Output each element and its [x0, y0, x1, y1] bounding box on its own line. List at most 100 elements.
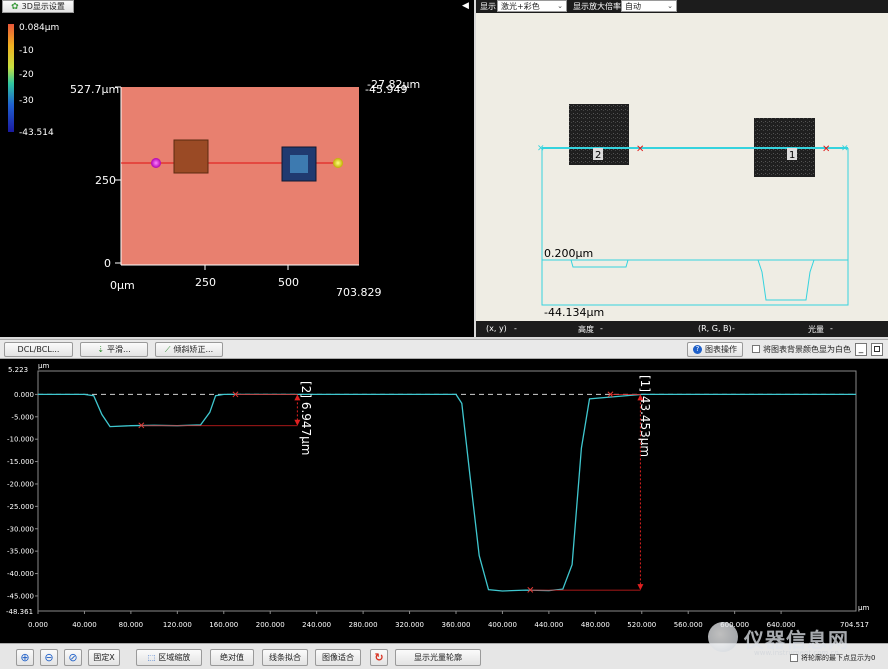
colorbar — [8, 24, 14, 132]
region-zoom-label: 区域缩放 — [158, 653, 191, 662]
absolute-value-button[interactable]: 绝对值 — [210, 649, 254, 666]
status-xy-value: - — [514, 324, 517, 333]
pit-2-3d — [173, 139, 209, 174]
zoom-fit-button[interactable]: ⊘ — [64, 649, 82, 666]
help-icon: ? — [693, 345, 702, 354]
profile-marker-x[interactable]: ✕ — [606, 390, 614, 401]
bottom-button-bar: ⊕ ⊖ ⊘ 固定X ⬚ 区域缩放 绝对值 线条拟合 图像适合 ↻ 显示光量轮廓 … — [0, 622, 888, 669]
line-fit-label: 线条拟合 — [269, 653, 301, 662]
mini-profile-bottom-value: -44.134µm — [544, 306, 604, 319]
zoom-out-button[interactable]: ⊖ — [40, 649, 58, 666]
chart-operations-label: 图表操作 — [705, 345, 737, 354]
y-tick-label: -15.000 — [7, 458, 34, 466]
line-fit-button[interactable]: 线条拟合 — [262, 649, 308, 666]
x-tick-label: 200.000 — [256, 621, 285, 629]
image-fit-button[interactable]: 图像适合 — [315, 649, 361, 666]
tilt-correction-button[interactable]: ⟋ 倾斜矫正... — [155, 342, 223, 357]
marker-x-1[interactable]: ✕ — [822, 144, 830, 155]
white-bg-checkbox[interactable] — [752, 345, 760, 353]
marker-label-1: 1 — [789, 150, 795, 161]
colorbar-tick-top: 0.084µm — [19, 23, 59, 33]
x-tick-label: 120.000 — [163, 621, 192, 629]
cursor-ball-magenta[interactable] — [151, 158, 161, 168]
x-tick-label: 0.000 — [28, 621, 48, 629]
tilt-icon: ⟋ — [164, 344, 171, 354]
refresh-button[interactable]: ↻ — [370, 649, 388, 666]
y-tick-label: 0.000 — [14, 391, 34, 399]
y-tick-label: -35.000 — [7, 548, 34, 556]
left-3d-panel: ✿ 3D显示设置 ◀ 0.084µm -10 -20 -30 -43.514 5… — [0, 0, 474, 337]
x-tick-label: 560.000 — [674, 621, 703, 629]
colorbar-tick-10: -10 — [19, 46, 34, 56]
show-light-profile-label: 显示光量轮廓 — [414, 653, 462, 662]
y-tick-label: -40.000 — [7, 570, 34, 578]
zoom-out-icon: ⊖ — [44, 651, 54, 664]
region-zoom-icon: ⬚ — [147, 653, 156, 662]
x-tick-0: 0µm — [110, 279, 135, 292]
marker-x-2[interactable]: ✕ — [636, 144, 644, 155]
white-bg-label: 将图表背景颜色显为白色 — [763, 345, 851, 354]
refresh-icon: ↻ — [374, 651, 384, 664]
right-overlap-label: -45.949 — [365, 83, 407, 96]
y-tick-label: -20.000 — [7, 480, 34, 488]
y-tick-label: -30.000 — [7, 525, 34, 533]
plot-frame — [37, 370, 857, 612]
bottom-zero-checkbox[interactable] — [790, 654, 798, 662]
x-tick-label: 520.000 — [627, 621, 656, 629]
status-bar: (x, y) - 高度 - (R, G, B) - 光量 - — [476, 321, 888, 337]
y-tick-label: -25.000 — [7, 503, 34, 511]
mini-profile-line — [542, 259, 848, 301]
region-zoom-button[interactable]: ⬚ 区域缩放 — [136, 649, 202, 666]
scan-end-cap[interactable]: ✕ — [841, 144, 849, 154]
profile-marker-x[interactable]: ✕ — [231, 390, 239, 401]
chart-operations-button[interactable]: ? 图表操作 — [687, 342, 743, 357]
profile-marker-x[interactable]: ✕ — [137, 421, 145, 432]
x-tick-250: 250 — [195, 276, 216, 289]
profile-chart[interactable]: µm 5.223 -48.361 µm 704.517 0.000-5.000-… — [0, 359, 888, 643]
show-light-profile-button[interactable]: 显示光量轮廓 — [395, 649, 481, 666]
status-light-value: - — [830, 324, 833, 333]
status-light: 光量 — [808, 325, 824, 334]
smooth-label: 平滑... — [107, 345, 131, 354]
minimize-button[interactable]: _ — [855, 343, 867, 356]
x-tick-label: 40.000 — [72, 621, 97, 629]
colorbar-tick-20: -20 — [19, 70, 34, 80]
smooth-button[interactable]: ⇣ 平滑... — [80, 342, 148, 357]
dimension-2-label: [2] 6.947µm — [299, 381, 313, 456]
fix-x-label: 固定X — [93, 653, 115, 662]
surface-plane — [121, 87, 359, 265]
dcl-bcl-label: DCL/BCL... — [17, 345, 60, 354]
y-tick-label: -10.000 — [7, 436, 34, 444]
x-end-label: 703.829 — [336, 286, 382, 299]
tilt-label: 倾斜矫正... — [173, 345, 214, 354]
profile-chart-panel: µm 5.223 -48.361 µm 704.517 0.000 -5.000-… — [0, 359, 888, 643]
x-tick-label: 160.000 — [209, 621, 238, 629]
profile-toolbar: DCL/BCL... ⇣ 平滑... ⟋ 倾斜矫正... ? 图表操作 将图表背… — [0, 339, 888, 359]
y-tick-label: -5.000 — [11, 413, 34, 421]
maximize-button[interactable] — [871, 343, 883, 356]
x-tick-label: 240.000 — [302, 621, 331, 629]
bottom-zero-label: 将轮廓的最下点显示为0 — [801, 654, 876, 662]
zoom-in-icon: ⊕ — [20, 651, 30, 664]
profile-marker-x[interactable]: ✕ — [526, 586, 534, 597]
dcl-bcl-button[interactable]: DCL/BCL... — [4, 342, 73, 357]
image-fit-label: 图像适合 — [322, 653, 354, 662]
fix-x-button[interactable]: 固定X — [88, 649, 120, 666]
status-height: 高度 — [578, 325, 594, 334]
absolute-value-label: 绝对值 — [220, 653, 244, 662]
x-tick-label: 480.000 — [581, 621, 610, 629]
status-height-value: - — [600, 324, 603, 333]
y-tick-250: 250 — [95, 174, 116, 187]
status-rgb: (R, G, B) — [698, 324, 732, 333]
colorbar-tick-30: -30 — [19, 96, 34, 106]
x-tick-label: 320.000 — [395, 621, 424, 629]
zoom-in-button[interactable]: ⊕ — [16, 649, 34, 666]
x-tick-label: 360.000 — [442, 621, 471, 629]
profile-series-line — [38, 393, 856, 592]
status-rgb-value: - — [732, 324, 735, 333]
3d-view-canvas: 0.084µm -10 -20 -30 -43.514 527.7µm -27.… — [8, 23, 420, 299]
scan-start-cap[interactable]: ✕ — [537, 144, 545, 154]
smooth-icon: ⇣ — [97, 345, 105, 354]
cursor-ball-yellow[interactable] — [333, 158, 343, 168]
x-unit-label: µm — [858, 604, 869, 612]
